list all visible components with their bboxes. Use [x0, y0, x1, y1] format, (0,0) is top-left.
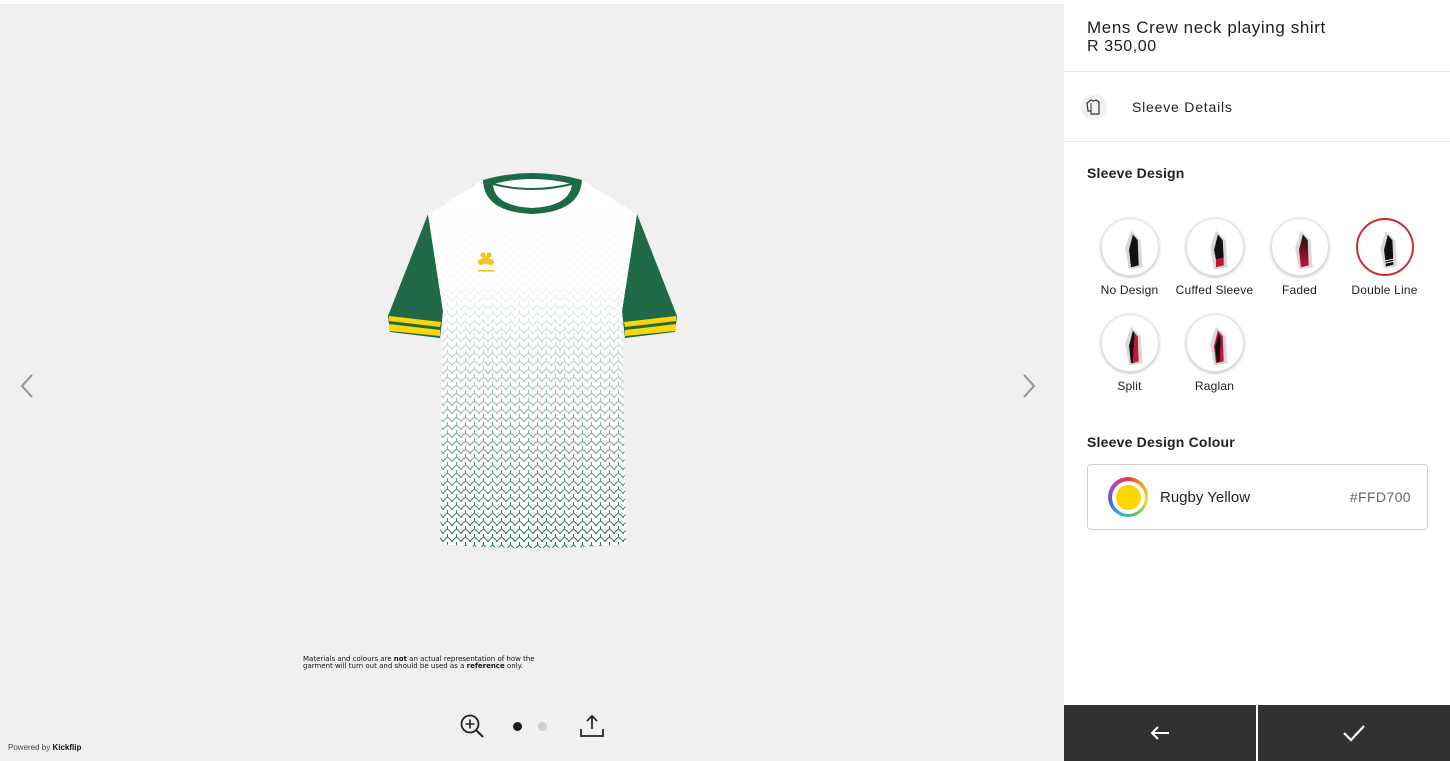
- sleeve-thumbnail-icon: [1209, 326, 1228, 366]
- product-header: Mens Crew neck playing shirt R 350,00: [1064, 0, 1450, 72]
- share-upload-icon: [580, 714, 604, 737]
- option-cuffed-sleeve[interactable]: Cuffed Sleeve: [1172, 218, 1257, 297]
- arrow-left-icon: [1150, 726, 1169, 740]
- option-thumbnail: [1100, 314, 1159, 372]
- option-split[interactable]: Split: [1087, 314, 1172, 393]
- back-button[interactable]: [1064, 705, 1256, 761]
- sleeve-thumbnail-icon: [1124, 326, 1143, 366]
- customizer-panel: Mens Crew neck playing shirt R 350,00 Sl…: [1064, 0, 1450, 761]
- colour-name: Rugby Yellow: [1160, 488, 1251, 506]
- zoom-button[interactable]: [455, 710, 489, 742]
- sleeve-thumbnail-icon: [1294, 230, 1313, 270]
- confirm-button[interactable]: [1256, 705, 1450, 761]
- sleeve-thumbnail-icon: [1124, 230, 1143, 270]
- sleeve-colour-heading: Sleeve Design Colour: [1087, 434, 1235, 450]
- shirt-illustration: [388, 173, 677, 548]
- option-faded[interactable]: Faded: [1257, 218, 1342, 297]
- option-thumbnail: [1270, 218, 1329, 276]
- viewer-toolbar: [455, 710, 609, 742]
- option-thumbnail: [1100, 218, 1159, 276]
- disclaimer-text: Materials and colours are not an actual …: [303, 655, 535, 670]
- share-button[interactable]: [575, 710, 609, 742]
- zoom-in-icon: [460, 714, 484, 738]
- option-thumbnail: [1185, 218, 1244, 276]
- product-viewer: Materials and colours are not an actual …: [0, 4, 1064, 761]
- shirt-preview-image[interactable]: [380, 166, 685, 556]
- section-label: Sleeve Details: [1132, 98, 1233, 115]
- view-pagination: [513, 721, 547, 731]
- colour-hex-value: #FFD700: [1349, 489, 1411, 505]
- powered-by-link[interactable]: Kickflip: [52, 743, 81, 752]
- sleeve-thumbnail-icon: [1209, 230, 1228, 270]
- option-no-design[interactable]: No Design: [1087, 218, 1172, 297]
- option-thumbnail: [1185, 314, 1244, 372]
- option-double-line[interactable]: Double Line: [1342, 218, 1427, 297]
- sleeve-design-heading: Sleeve Design: [1087, 165, 1185, 181]
- pagination-dot-2[interactable]: [538, 721, 547, 731]
- section-sleeve-details[interactable]: Sleeve Details: [1064, 72, 1450, 142]
- colour-wheel-icon: [1108, 477, 1148, 517]
- previous-view-button[interactable]: [12, 366, 42, 406]
- next-view-button[interactable]: [1014, 366, 1044, 406]
- chevron-left-icon: [20, 374, 33, 398]
- option-thumbnail: [1355, 218, 1414, 276]
- option-raglan[interactable]: Raglan: [1172, 314, 1257, 393]
- sleeve-colour-selector[interactable]: Rugby Yellow #FFD700: [1087, 464, 1428, 530]
- checkmark-icon: [1343, 725, 1365, 742]
- colour-swatch: [1115, 484, 1141, 510]
- product-title: Mens Crew neck playing shirt: [1087, 18, 1326, 37]
- action-bar: [1064, 705, 1450, 761]
- powered-by-label: Powered by Kickflip: [8, 743, 82, 752]
- chevron-right-icon: [1023, 374, 1036, 398]
- pagination-dot-1[interactable]: [513, 721, 522, 731]
- sleeve-thumbnail-icon: [1379, 231, 1397, 269]
- product-price: R 350,00: [1087, 38, 1157, 55]
- shirt-sleeve-icon: [1086, 98, 1100, 115]
